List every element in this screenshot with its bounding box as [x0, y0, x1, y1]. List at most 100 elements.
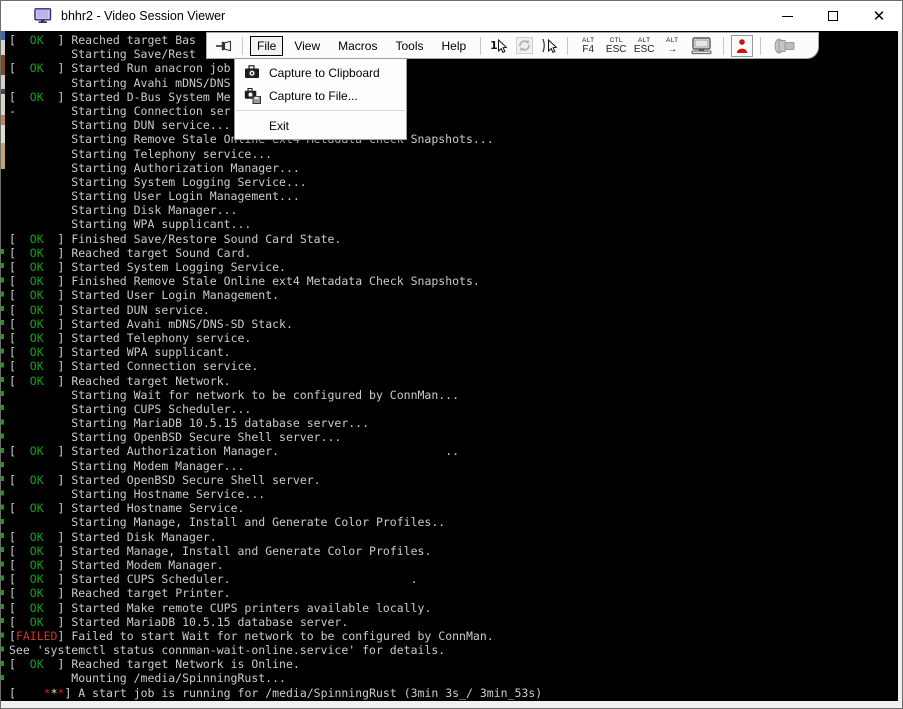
terminal-line: [ OK ] Started Make remote CUPS printers… [9, 601, 542, 615]
terminal-line: [ OK ] Started OpenBSD Secure Shell serv… [9, 473, 542, 487]
file-menu-dropdown: Capture to Clipboard Capture to File... Ex… [234, 58, 407, 140]
terminal-line: Starting WPA supplicant... [9, 217, 542, 231]
terminal-line: Starting Telephony service... [9, 147, 542, 161]
refresh-button[interactable] [513, 35, 535, 57]
terminal-line: Starting Wait for network to be configur… [9, 388, 542, 402]
refresh-icon [516, 37, 533, 54]
terminal-line: See 'systemctl status connman-wait-onlin… [9, 643, 542, 657]
terminal-line: [ OK ] Started Connection service. [9, 359, 542, 373]
menu-item-label: Exit [269, 119, 289, 133]
terminal-line: [ OK ] Reached target Printer. [9, 586, 542, 600]
title-bar: bhhr2 - Video Session Viewer ✕ [1, 1, 902, 31]
menu-item-capture-to-clipboard[interactable]: Capture to Clipboard [235, 61, 406, 84]
key-button-alt-f4[interactable]: ALTF4 [575, 35, 601, 57]
terminal-line: Starting System Logging Service... [9, 175, 542, 189]
video-settings-button[interactable] [688, 35, 716, 57]
terminal-line: Mounting /media/SpinningRust... [9, 671, 542, 685]
terminal-line: [ OK ] Started WPA supplicant. [9, 345, 542, 359]
menubar-tools[interactable]: Tools [388, 36, 430, 56]
menubar-help[interactable]: Help [435, 36, 474, 56]
terminal-line: [ OK ] Started Avahi mDNS/DNS-SD Stack. [9, 317, 542, 331]
terminal-line: [ OK ] Started Authorization Manager. .. [9, 444, 542, 458]
remote-screen-viewport[interactable]: [ OK ] Reached target Bas Starting Save/… [5, 31, 898, 701]
terminal-line: [ OK ] Started System Logging Service. [9, 260, 542, 274]
video-session-viewer-window: bhhr2 - Video Session Viewer ✕ [ OK ] Re… [0, 0, 903, 709]
key-macro-bar: ALTF4CTLESCALTESCALT→ [575, 35, 685, 57]
maximize-icon [828, 11, 838, 21]
screen-edge-ticks [1, 249, 4, 685]
key-button-alt-esc[interactable]: ALTESC [631, 35, 657, 57]
toolbar-separator [242, 37, 243, 55]
menu-item-label: Capture to Clipboard [269, 66, 380, 80]
svg-text:1: 1 [490, 39, 498, 52]
toolbar-separator [723, 37, 724, 55]
connect-button[interactable] [768, 35, 802, 57]
key-label-top: ALT [582, 37, 594, 44]
key-label-bottom: ESC [606, 44, 627, 55]
session-toolbar: FileViewMacrosToolsHelp 1 ALTF4C [206, 32, 819, 59]
toolbar-separator [760, 37, 761, 55]
local-cursor-button[interactable] [538, 35, 560, 57]
terminal-line: Starting Authorization Manager... [9, 161, 542, 175]
terminal-line: [ OK ] Reached target Network is Online. [9, 657, 542, 671]
user-list-button[interactable] [731, 35, 753, 57]
menubar-view[interactable]: View [287, 36, 327, 56]
terminal-line: [ OK ] Started User Login Management. [9, 288, 542, 302]
local-cursor-icon [540, 37, 558, 54]
toolbar-separator [567, 37, 568, 55]
terminal-line: Starting OpenBSD Secure Shell server... [9, 430, 542, 444]
monitor-icon [690, 37, 714, 55]
toolbar-separator [480, 37, 481, 55]
menubar-file[interactable]: File [250, 36, 283, 56]
menu-bar: FileViewMacrosToolsHelp [250, 36, 473, 56]
user-icon [735, 38, 749, 54]
terminal-line: [ ***] A start job is running for /media… [9, 686, 542, 700]
terminal-line: Starting Modem Manager... [9, 459, 542, 473]
key-button-alt[interactable]: ALT→ [659, 35, 685, 57]
maximize-button[interactable] [810, 1, 856, 31]
terminal-line: [FAILED] Failed to start Wait for networ… [9, 629, 542, 643]
menu-item-capture-to-file[interactable]: Capture to File... [235, 84, 406, 107]
terminal-line: Starting Manage, Install and Generate Co… [9, 515, 542, 529]
window-title: bhhr2 - Video Session Viewer [61, 9, 225, 23]
key-label-top: ALT [638, 37, 650, 44]
camera-icon [243, 65, 261, 81]
close-button[interactable]: ✕ [856, 1, 902, 31]
menubar-macros[interactable]: Macros [331, 36, 384, 56]
minimize-icon [782, 16, 793, 17]
terminal-line: [ OK ] Started Telephony service. [9, 331, 542, 345]
terminal-line: Starting CUPS Scheduler... [9, 402, 542, 416]
terminal-line: Starting MariaDB 10.5.15 database server… [9, 416, 542, 430]
key-label-bottom: ESC [634, 44, 655, 55]
terminal-line: [ OK ] Started Manage, Install and Gener… [9, 544, 542, 558]
terminal-line: [ OK ] Started DUN service. [9, 303, 542, 317]
pin-toolbar-button[interactable] [213, 35, 235, 57]
terminal-line: [ OK ] Finished Remove Stale Online ext4… [9, 274, 542, 288]
minimize-button[interactable] [764, 1, 810, 31]
menu-separator [236, 110, 405, 111]
terminal-line: [ OK ] Reached target Network. [9, 374, 542, 388]
window-controls: ✕ [764, 1, 902, 31]
pin-icon [215, 39, 233, 53]
terminal-line: Starting Hostname Service... [9, 487, 542, 501]
terminal-line: [ OK ] Started Modem Manager. [9, 558, 542, 572]
single-cursor-button[interactable]: 1 [488, 35, 510, 57]
key-label-top: CTL [610, 37, 623, 44]
key-button-ctl-esc[interactable]: CTLESC [603, 35, 629, 57]
menu-item-label: Capture to File... [269, 89, 358, 103]
connect-icon [772, 38, 798, 54]
terminal-line: [ OK ] Started Hostname Service. [9, 501, 542, 515]
key-label-top: ALT [666, 37, 678, 44]
terminal-line: Starting User Login Management... [9, 189, 542, 203]
terminal-line: [ OK ] Started CUPS Scheduler. . [9, 572, 542, 586]
menu-item-exit[interactable]: Exit [235, 114, 406, 137]
key-label-bottom: → [667, 44, 677, 55]
app-monitor-icon [34, 8, 52, 24]
terminal-line: Starting Disk Manager... [9, 203, 542, 217]
terminal-line: [ OK ] Started MariaDB 10.5.15 database … [9, 615, 542, 629]
single-cursor-icon: 1 [489, 37, 509, 54]
terminal-line: [ OK ] Finished Save/Restore Sound Card … [9, 232, 542, 246]
terminal-line: [ OK ] Reached target Sound Card. [9, 246, 542, 260]
close-icon: ✕ [873, 9, 886, 24]
terminal-line: [ OK ] Started Disk Manager. [9, 530, 542, 544]
